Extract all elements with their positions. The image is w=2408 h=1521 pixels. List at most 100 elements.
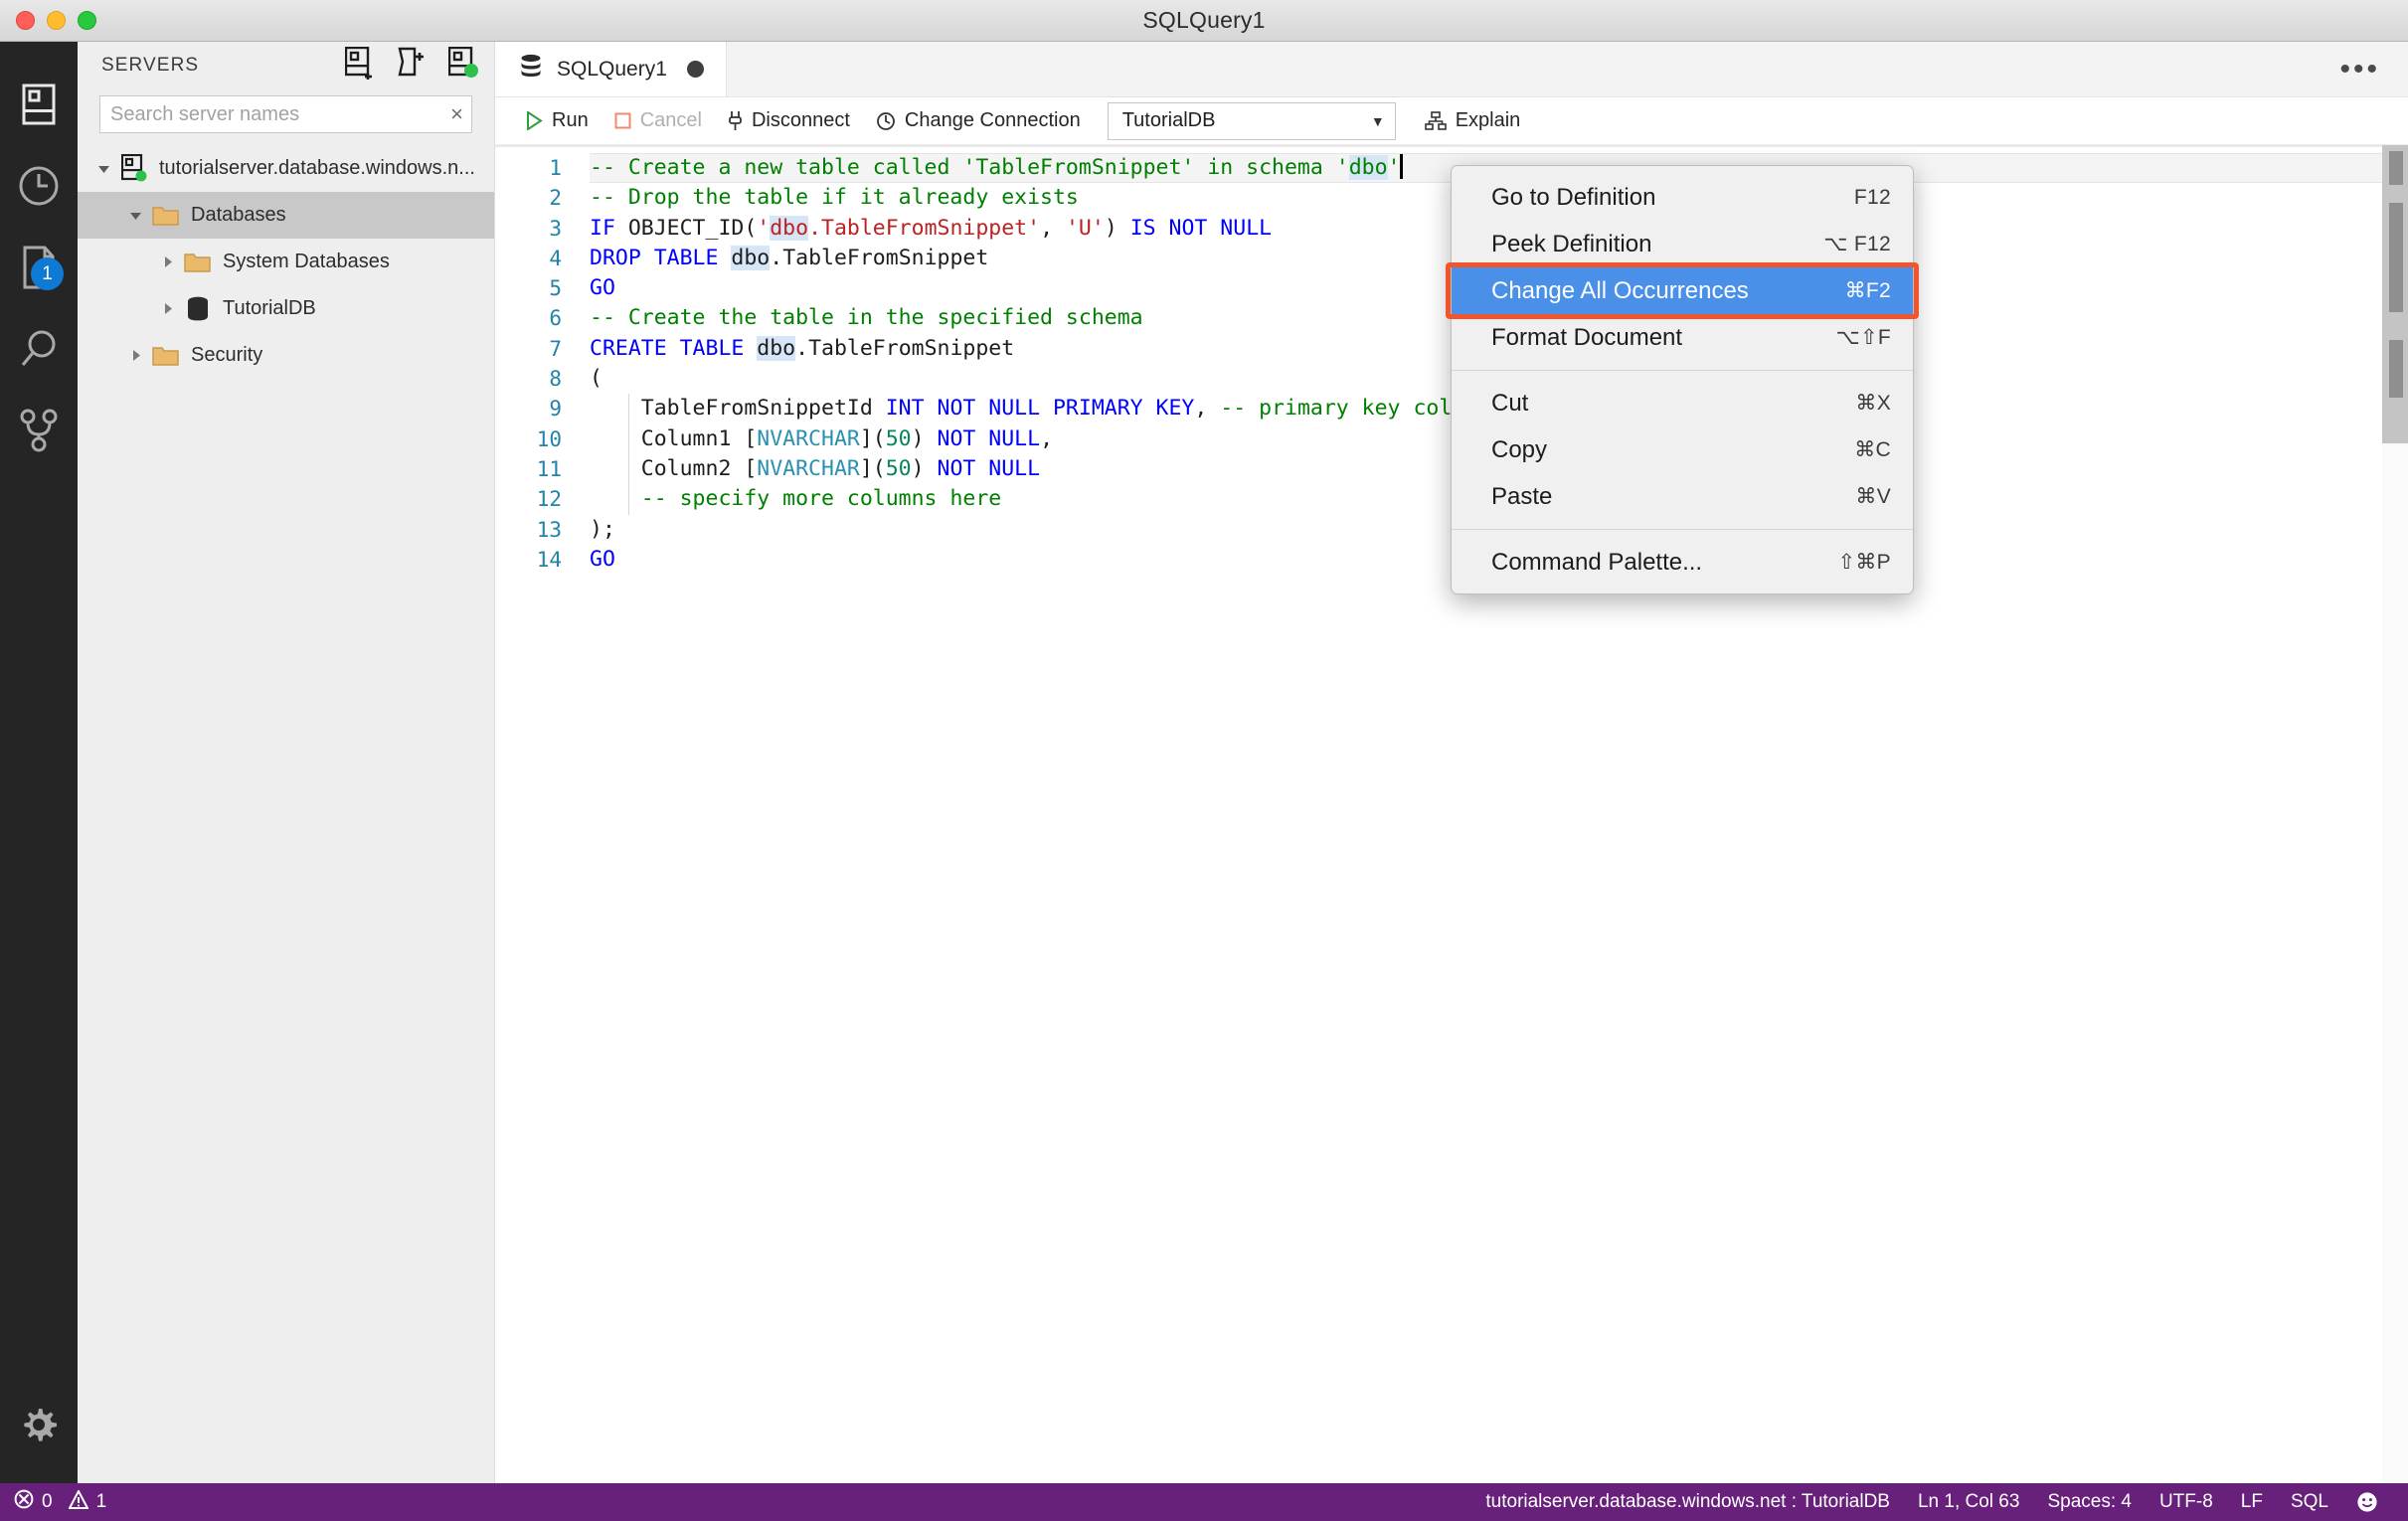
status-cursor-position[interactable]: Ln 1, Col 63 [1904, 1491, 2033, 1513]
menu-item-shortcut: ⌥⇧F [1835, 326, 1891, 349]
clear-search-icon[interactable]: × [450, 103, 463, 125]
status-indentation[interactable]: Spaces: 4 [2033, 1491, 2146, 1513]
disconnect-button[interactable]: Disconnect [715, 102, 863, 140]
tasks-badge: 1 [31, 257, 64, 290]
status-encoding[interactable]: UTF-8 [2146, 1491, 2227, 1513]
chevron-right-icon[interactable] [123, 349, 149, 363]
chevron-right-icon[interactable] [155, 302, 181, 316]
menu-item-go-to-definition[interactable]: Go to Definition F12 [1452, 174, 1913, 221]
change-connection-label: Change Connection [904, 109, 1081, 131]
menu-item-label: Peek Definition [1491, 230, 1652, 257]
menu-item-label: Command Palette... [1491, 548, 1703, 576]
menu-item-shortcut: ⌥ F12 [1823, 233, 1891, 255]
editor-context-menu[interactable]: Go to Definition F12 Peek Definition ⌥ F12 C… [1451, 165, 1914, 594]
activity-tasks-icon[interactable]: 1 [0, 227, 78, 308]
chevron-down-icon[interactable] [91, 162, 117, 176]
menu-item-label: Change All Occurrences [1491, 276, 1749, 304]
menu-item-label: Copy [1491, 435, 1548, 463]
activity-history-icon[interactable] [0, 145, 78, 227]
smiley-icon[interactable] [2342, 1491, 2392, 1513]
editor-minimap[interactable] [2382, 145, 2408, 1483]
code-token: ]( [859, 425, 886, 451]
menu-item-shortcut: ⌘F2 [1844, 279, 1891, 302]
code-token: ) [911, 425, 938, 451]
line-number: 3 [549, 216, 562, 241]
menu-item-copy[interactable]: Copy ⌘C [1452, 426, 1913, 473]
editor-more-actions-button[interactable]: ••• [2312, 42, 2408, 96]
activity-search-icon[interactable] [0, 308, 78, 390]
tab-label: SQLQuery1 [557, 57, 667, 81]
code-token: dbo [757, 335, 796, 361]
code-token: INT NOT NULL PRIMARY KEY [885, 396, 1195, 422]
line-number: 13 [536, 517, 562, 542]
activity-bar: 1 [0, 42, 78, 1483]
menu-item-paste[interactable]: Paste ⌘V [1452, 473, 1913, 520]
code-token: Column2 [ [590, 455, 758, 481]
code-token: -- specify more columns here [640, 486, 1002, 512]
menu-item-format-document[interactable]: Format Document ⌥⇧F [1452, 314, 1913, 361]
code-token: 50 [885, 455, 912, 481]
code-token: 50 [885, 425, 912, 451]
warning-icon [67, 1488, 89, 1515]
code-editor[interactable]: 1 2 3 4 5 6 7 8 9 10 11 12 13 14 -- Crea… [495, 145, 2408, 1483]
line-number: 1 [549, 156, 562, 180]
status-eol[interactable]: LF [2227, 1491, 2277, 1513]
unsaved-indicator[interactable] [686, 61, 704, 78]
chevron-down-icon[interactable] [123, 209, 149, 223]
status-language-mode[interactable]: SQL [2277, 1491, 2342, 1513]
tab-sqlquery1[interactable]: SQLQuery1 [495, 42, 727, 96]
code-token: dbo [770, 215, 809, 241]
line-number: 10 [536, 426, 562, 451]
code-token: ( [590, 366, 602, 392]
tree-item-databases[interactable]: Databases [78, 192, 494, 239]
tree-item-system-databases[interactable]: System Databases [78, 239, 494, 285]
menu-separator [1452, 370, 1913, 371]
menu-item-change-all-occurrences[interactable]: Change All Occurrences ⌘F2 [1452, 267, 1913, 314]
code-token: 'U' [1065, 215, 1105, 241]
sidebar-title: SERVERS [101, 55, 200, 76]
tree-item-server[interactable]: tutorialserver.database.windows.n... [78, 145, 494, 192]
status-bar: 0 1 tutorialserver.database.windows.net … [0, 1483, 2408, 1521]
menu-item-command-palette[interactable]: Command Palette... ⇧⌘P [1452, 539, 1913, 586]
activity-source-control-icon[interactable] [0, 390, 78, 471]
activity-gear-icon[interactable] [0, 1384, 78, 1465]
activity-servers-icon[interactable] [0, 64, 78, 145]
new-connection-icon[interactable] [344, 46, 375, 85]
chevron-right-icon[interactable] [155, 255, 181, 269]
line-number: 8 [549, 367, 562, 392]
run-button[interactable]: Run [513, 102, 602, 140]
status-problems[interactable]: 0 1 [0, 1488, 106, 1515]
minimap-mark [2389, 203, 2403, 312]
sidebar-actions [344, 46, 478, 85]
menu-item-label: Cut [1491, 389, 1529, 417]
menu-item-shortcut: ⌘X [1855, 392, 1891, 415]
search-server-names-box[interactable]: × [99, 95, 472, 133]
stop-icon [614, 112, 631, 129]
menu-item-shortcut: ⌘V [1855, 485, 1891, 508]
error-count: 0 [42, 1491, 53, 1512]
code-token: ); [590, 516, 615, 542]
tree-item-tutorialdb[interactable]: TutorialDB [78, 285, 494, 332]
code-token: NOT NULL [937, 455, 1041, 481]
code-token: IF [590, 215, 615, 241]
folder-icon [149, 204, 183, 228]
explain-button[interactable]: Explain [1412, 102, 1534, 140]
tree-label: System Databases [223, 251, 390, 272]
menu-item-shortcut: ⇧⌘P [1837, 551, 1891, 574]
new-server-group-icon[interactable] [397, 47, 427, 85]
connected-server-icon[interactable] [447, 46, 478, 85]
menu-item-cut[interactable]: Cut ⌘X [1452, 380, 1913, 426]
query-toolbar: Run Cancel Disconnect Change Connection … [495, 97, 2408, 145]
tree-item-security[interactable]: Security [78, 332, 494, 379]
menu-item-peek-definition[interactable]: Peek Definition ⌥ F12 [1452, 221, 1913, 267]
status-connection[interactable]: tutorialserver.database.windows.net : Tu… [1471, 1491, 1904, 1513]
window-title: SQLQuery1 [1142, 7, 1266, 33]
servers-sidebar: SERVERS × [78, 42, 495, 1483]
code-token: CREATE TABLE [590, 335, 745, 361]
change-connection-button[interactable]: Change Connection [863, 102, 1094, 140]
search-input[interactable] [100, 102, 471, 126]
database-dropdown[interactable]: TutorialDB ▼ [1107, 101, 1396, 140]
cancel-button[interactable]: Cancel [602, 102, 715, 140]
tree-label: Security [191, 344, 263, 366]
